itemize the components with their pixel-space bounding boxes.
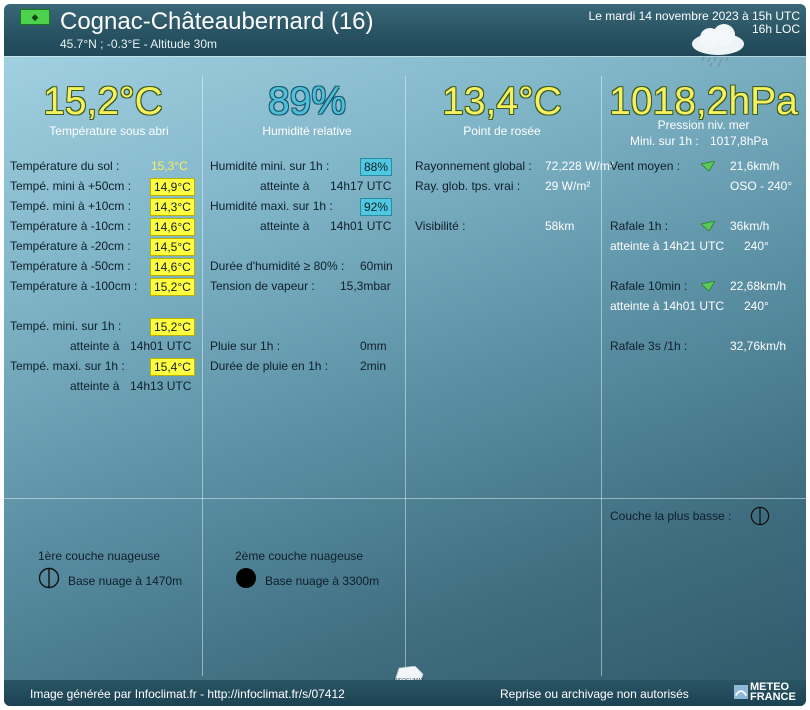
big-pressure-label: Pression niv. mer bbox=[657, 118, 750, 132]
cloud-layer-1-base: Base nuage à 1470m bbox=[68, 574, 183, 588]
hum-min-at-value: 14h17 UTC bbox=[330, 179, 392, 193]
cloud-layer-1-title: 1ère couche nuageuse bbox=[38, 549, 161, 563]
hum-duration-label: Durée d'humidité ≥ 80% : bbox=[210, 259, 345, 273]
visibility-label: Visibilité : bbox=[415, 219, 466, 233]
temp-max-1h-label: Tempé. maxi. sur 1h : bbox=[10, 359, 125, 373]
temp-row-label: Température à -10cm : bbox=[10, 219, 131, 233]
footer-credit: Image générée par Infoclimat.fr - http:/… bbox=[30, 687, 345, 701]
temp-row-value: 14,3°C bbox=[150, 198, 195, 216]
global-radiation-label: Rayonnement global : bbox=[415, 159, 532, 173]
temp-max-at-value: 14h13 UTC bbox=[130, 379, 192, 393]
hum-max-value: 92% bbox=[360, 198, 393, 216]
temp-max-1h-value: 15,4°C bbox=[150, 358, 195, 376]
temp-min-at-label: atteinte à bbox=[70, 339, 120, 353]
gust-1h-label: Rafale 1h : bbox=[610, 219, 669, 233]
gust-10min-time: atteinte à 14h01 UTC bbox=[610, 299, 725, 313]
temp-row-value: 14,5°C bbox=[150, 238, 195, 256]
true-radiation-value: 29 W/m² bbox=[545, 179, 591, 193]
soil-temp-value: 15,3°C bbox=[151, 159, 188, 173]
footer-bar: Image générée par Infoclimat.fr - http:/… bbox=[4, 680, 806, 706]
big-temperature: 15,2°C bbox=[43, 80, 163, 123]
pressure-min-label: Mini. sur 1h : bbox=[630, 134, 699, 148]
gust-1h-value: 36km/h bbox=[730, 219, 770, 233]
meteo-france-line2: FRANCE bbox=[750, 691, 796, 703]
wind-mean-value: 21,6km/h bbox=[730, 159, 780, 173]
cloud-layer-2-base: Base nuage à 3300m bbox=[265, 574, 380, 588]
vapour-pressure-value: 15,3mbar bbox=[340, 279, 391, 293]
temp-min-1h-value: 15,2°C bbox=[150, 318, 195, 336]
temp-min-1h-label: Tempé. mini. sur 1h : bbox=[10, 319, 122, 333]
grid-line-1 bbox=[202, 76, 203, 676]
big-humidity-label: Humidité relative bbox=[262, 124, 352, 138]
cloud-layer-2-title: 2ème couche nuageuse bbox=[235, 549, 364, 563]
temp-row-label: Tempé. mini à +10cm : bbox=[10, 199, 132, 213]
temp-max-at-label: atteinte à bbox=[70, 379, 120, 393]
grid-line-top bbox=[4, 56, 806, 57]
temp-row-label: Température à -50cm : bbox=[10, 259, 131, 273]
global-radiation-value: 72,228 W/m² bbox=[545, 159, 614, 173]
flag-icon: ◆ bbox=[20, 9, 50, 25]
rain-duration-label: Durée de pluie en 1h : bbox=[210, 359, 329, 373]
big-temperature-label: Température sous abri bbox=[49, 124, 169, 138]
temp-row-value: 14,6°C bbox=[150, 218, 195, 236]
big-humidity: 89% bbox=[267, 80, 347, 123]
gust-3s-label: Rafale 3s /1h : bbox=[610, 339, 688, 353]
cloud-cover-clear-icon bbox=[750, 506, 770, 526]
header-bar: ◆ Cognac-Châteaubernard (16) 45.7°N ; -0… bbox=[4, 4, 806, 56]
gust-10min-value: 22,68km/h bbox=[730, 279, 787, 293]
temp-min-at-value: 14h01 UTC bbox=[130, 339, 192, 353]
big-dewpoint-label: Point de rosée bbox=[463, 124, 541, 138]
station-title: Cognac-Châteaubernard (16) bbox=[60, 8, 374, 35]
rain-1h-value: 0mm bbox=[360, 339, 387, 353]
temp-row-value: 15,2°C bbox=[150, 278, 195, 296]
wind-mean-direction: OSO - 240° bbox=[730, 179, 793, 193]
temp-row-value: 14,9°C bbox=[150, 178, 195, 196]
wind-mean-label: Vent moyen : bbox=[610, 159, 681, 173]
temp-row-label: Température à -20cm : bbox=[10, 239, 131, 253]
vapour-pressure-label: Tension de vapeur : bbox=[210, 279, 315, 293]
hum-max-at-label: atteinte à bbox=[260, 219, 310, 233]
temp-row-value: 14,6°C bbox=[150, 258, 195, 276]
soil-temp-label: Température du sol : bbox=[10, 159, 120, 173]
lowest-layer-label: Couche la plus basse : bbox=[610, 509, 732, 523]
hum-min-at-label: atteinte à bbox=[260, 179, 310, 193]
pressure-min-value: 1017,8hPa bbox=[710, 134, 769, 148]
gust-3s-value: 32,76km/h bbox=[730, 339, 787, 353]
temp-row-label: Température à -100cm : bbox=[10, 279, 138, 293]
temp-row-label: Tempé. mini à +50cm : bbox=[10, 179, 132, 193]
station-coords: 45.7°N ; -0.3°E - Altitude 30m bbox=[60, 37, 218, 51]
gust-1h-direction: 240° bbox=[744, 239, 769, 253]
visibility-value: 58km bbox=[545, 219, 575, 233]
hum-max-at-value: 14h01 UTC bbox=[330, 219, 392, 233]
big-dewpoint: 13,4°C bbox=[442, 80, 562, 123]
wind-direction-icon bbox=[701, 221, 715, 231]
weather-panel: ◆ Cognac-Châteaubernard (16) 45.7°N ; -0… bbox=[4, 4, 806, 706]
cloud-cover-overcast-icon bbox=[236, 568, 256, 588]
grid-line-2 bbox=[405, 76, 406, 676]
rain-duration-value: 2min bbox=[360, 359, 387, 373]
hum-min-value: 88% bbox=[360, 158, 393, 176]
footer-notice: Reprise ou archivage non autorisés bbox=[500, 687, 689, 701]
meteo-france-mark-icon bbox=[734, 685, 748, 699]
wind-direction-icon bbox=[701, 161, 715, 171]
hum-max-label: Humidité maxi. sur 1h : bbox=[210, 199, 333, 213]
wind-direction-icon bbox=[701, 281, 715, 291]
meteo-france-logo: METEO FRANCE bbox=[730, 680, 800, 706]
cloud-cover-partial-icon bbox=[38, 567, 60, 589]
gust-10min-label: Rafale 10min : bbox=[610, 279, 688, 293]
hum-min-label: Humidité mini. sur 1h : bbox=[210, 159, 330, 173]
true-radiation-label: Ray. glob. tps. vrai : bbox=[415, 179, 521, 193]
hum-duration-value: 60min bbox=[360, 259, 393, 273]
gust-10min-direction: 240° bbox=[744, 299, 769, 313]
cloud-drizzle-icon bbox=[692, 24, 744, 68]
rain-1h-label: Pluie sur 1h : bbox=[210, 339, 281, 353]
gust-1h-time: atteinte à 14h21 UTC bbox=[610, 239, 725, 253]
